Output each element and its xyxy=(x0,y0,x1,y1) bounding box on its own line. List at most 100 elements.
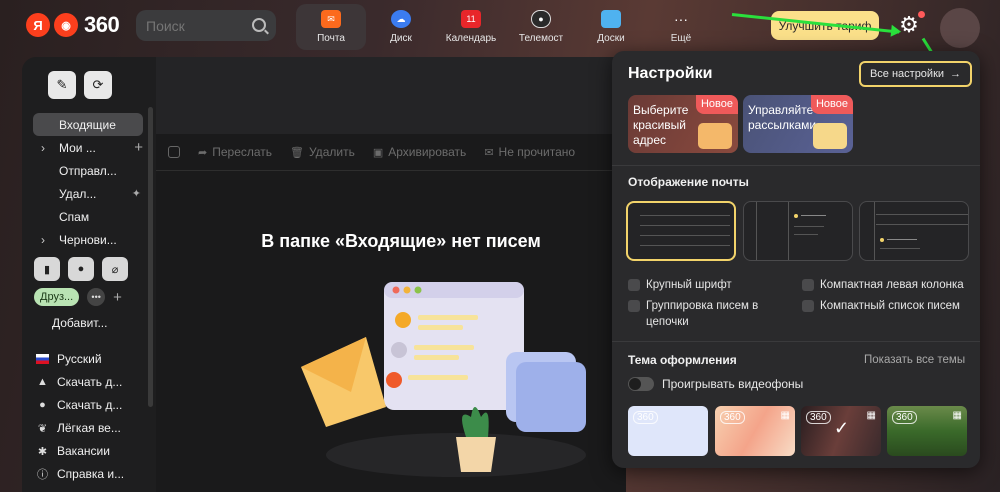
more-dots-icon[interactable]: ••• xyxy=(87,288,106,306)
layout-option-split[interactable] xyxy=(743,201,853,261)
refresh-button[interactable]: ⟳ xyxy=(84,71,112,99)
folder-inbox[interactable]: Входящие xyxy=(33,113,143,136)
unread-dot-icon[interactable]: ● xyxy=(68,257,94,281)
add-folder-icon[interactable]: + xyxy=(134,139,143,156)
promo-newsletters-card[interactable]: Новое Управляйте рассылками xyxy=(743,95,853,153)
info-icon: ⓘ xyxy=(37,469,48,481)
add-label-icon[interactable]: + xyxy=(113,289,122,306)
logo-text: 360 xyxy=(84,12,120,37)
checkbox[interactable] xyxy=(802,300,814,312)
video-icon: ▦ xyxy=(952,410,962,421)
theme-badge: 360 xyxy=(720,411,745,424)
separator xyxy=(612,165,980,166)
folder-sent[interactable]: Отправл... xyxy=(33,159,143,182)
mail-toolbar: ➦ Переслать 🗑︎ Удалить ▣ Архивировать ✉ Не п… xyxy=(168,145,575,159)
label-friends[interactable]: Друз... xyxy=(34,288,80,306)
checkmark-icon: ✓ xyxy=(834,418,850,438)
theme-peach[interactable]: 360 ▦ xyxy=(715,406,795,456)
sidebar-scrollbar[interactable] xyxy=(148,107,153,407)
mark-unread-button[interactable]: ✉ Не прочитано xyxy=(484,145,575,159)
folder-my[interactable]: › Мои ... + xyxy=(33,136,143,159)
bookmark-icon[interactable]: ▮ xyxy=(34,257,60,281)
video-icon: ▦ xyxy=(780,410,790,421)
theme-grass[interactable]: 360 ▦ xyxy=(887,406,967,456)
vacancies-link[interactable]: ✱ Вакансии xyxy=(36,442,110,460)
checkbox[interactable] xyxy=(802,279,814,291)
search-input[interactable] xyxy=(146,17,246,34)
checkbox[interactable] xyxy=(628,300,640,312)
archive-icon: ▣ xyxy=(372,146,384,159)
service-more[interactable]: ··· Ещё xyxy=(646,4,716,50)
service-telemost[interactable]: ● Телемост xyxy=(506,4,576,50)
option-compact-list[interactable]: Компактный список писем xyxy=(802,298,960,314)
add-mailbox-link[interactable]: Добавит... xyxy=(52,316,107,330)
link-label: Русский xyxy=(57,352,102,366)
help-link[interactable]: ⓘ Справка и... xyxy=(36,465,124,483)
video-background-toggle[interactable]: Проигрывать видеофоны xyxy=(628,377,803,391)
toggle-switch[interactable] xyxy=(628,377,654,391)
promo-address-card[interactable]: Новое Выберите красивый адрес xyxy=(628,95,738,153)
folder-drafts[interactable]: › Чернови... xyxy=(33,228,143,251)
download-ios-link[interactable]: ● Скачать д... xyxy=(36,396,122,414)
folder-label: Мои ... xyxy=(59,140,96,155)
clear-icon[interactable]: ✦ xyxy=(132,187,141,200)
folder-spam[interactable]: Спам xyxy=(33,205,143,228)
empty-inbox-message: В папке «Входящие» нет писем xyxy=(261,231,541,251)
camera-icon: ● xyxy=(531,10,551,28)
download-android-link[interactable]: ▲ Скачать д... xyxy=(36,373,122,391)
layout-option-list[interactable] xyxy=(626,201,736,261)
theme-dark-selected[interactable]: 360 ▦ ✓ xyxy=(801,406,881,456)
theme-light[interactable]: 360 xyxy=(628,406,708,456)
checkbox[interactable] xyxy=(628,279,640,291)
forward-button[interactable]: ➦ Переслать xyxy=(198,145,272,159)
select-all-checkbox[interactable] xyxy=(168,146,180,158)
toolbar-divider xyxy=(156,170,626,171)
settings-title: Настройки xyxy=(628,65,713,82)
service-boards[interactable]: Доски xyxy=(576,4,646,50)
delete-button[interactable]: 🗑︎ Удалить xyxy=(290,145,355,159)
avatar[interactable] xyxy=(940,8,980,48)
all-settings-button[interactable]: Все настройки → xyxy=(859,61,972,87)
video-icon: ▦ xyxy=(866,410,876,421)
button-label: Удалить xyxy=(309,145,355,159)
language-link[interactable]: Русский xyxy=(36,350,102,368)
service-calendar[interactable]: 11 Календарь xyxy=(436,4,506,50)
folder-deleted[interactable]: Удал... ✦ xyxy=(33,182,143,205)
envelope-illustration-icon xyxy=(698,123,732,149)
yandex-360-logo[interactable]: Я ◉ 360 xyxy=(26,12,120,38)
link-label: Скачать д... xyxy=(57,375,123,389)
chevron-right-icon[interactable]: › xyxy=(41,233,45,247)
feather-icon: ❦ xyxy=(37,422,48,435)
layout-option-bottom[interactable] xyxy=(859,201,969,261)
folder-label: Спам xyxy=(59,209,90,224)
option-group-threads[interactable]: Группировка писем в цепочки xyxy=(628,298,788,330)
option-compact-left[interactable]: Компактная левая колонка xyxy=(802,277,964,293)
search-icon[interactable] xyxy=(252,18,266,32)
service-label: Доски xyxy=(597,33,625,44)
search-bar[interactable] xyxy=(136,10,276,41)
option-label: Компактная левая колонка xyxy=(820,279,964,291)
calendar-icon: 11 xyxy=(461,10,481,28)
compose-button[interactable]: ✎ xyxy=(48,71,76,99)
service-disk[interactable]: ☁ Диск xyxy=(366,4,436,50)
disk-icon: ☁ xyxy=(391,10,411,28)
button-label: Архивировать xyxy=(388,145,467,159)
mail-icon: ✉ xyxy=(321,10,341,28)
archive-button[interactable]: ▣ Архивировать xyxy=(373,145,466,159)
service-mail[interactable]: ✉ Почта xyxy=(296,4,366,50)
apple-icon: ● xyxy=(39,399,46,411)
lite-version-link[interactable]: ❦ Лёгкая ве... xyxy=(36,419,121,437)
option-large-font[interactable]: Крупный шрифт xyxy=(628,277,732,293)
people-icon: ✱ xyxy=(37,445,48,458)
button-label: Все настройки xyxy=(869,68,945,80)
folder-label: Чернови... xyxy=(59,232,117,247)
notification-dot xyxy=(918,11,925,18)
android-icon: ▲ xyxy=(37,376,48,388)
newsletter-illustration-icon xyxy=(813,123,847,149)
show-all-themes-link[interactable]: Показать все темы xyxy=(864,354,965,366)
chevron-right-icon[interactable]: › xyxy=(41,141,45,155)
ad-banner-area xyxy=(156,57,626,134)
option-label: Группировка писем в цепочки xyxy=(646,300,759,328)
attachment-icon[interactable]: ⌀ xyxy=(102,257,128,281)
button-label: Переслать xyxy=(212,145,273,159)
